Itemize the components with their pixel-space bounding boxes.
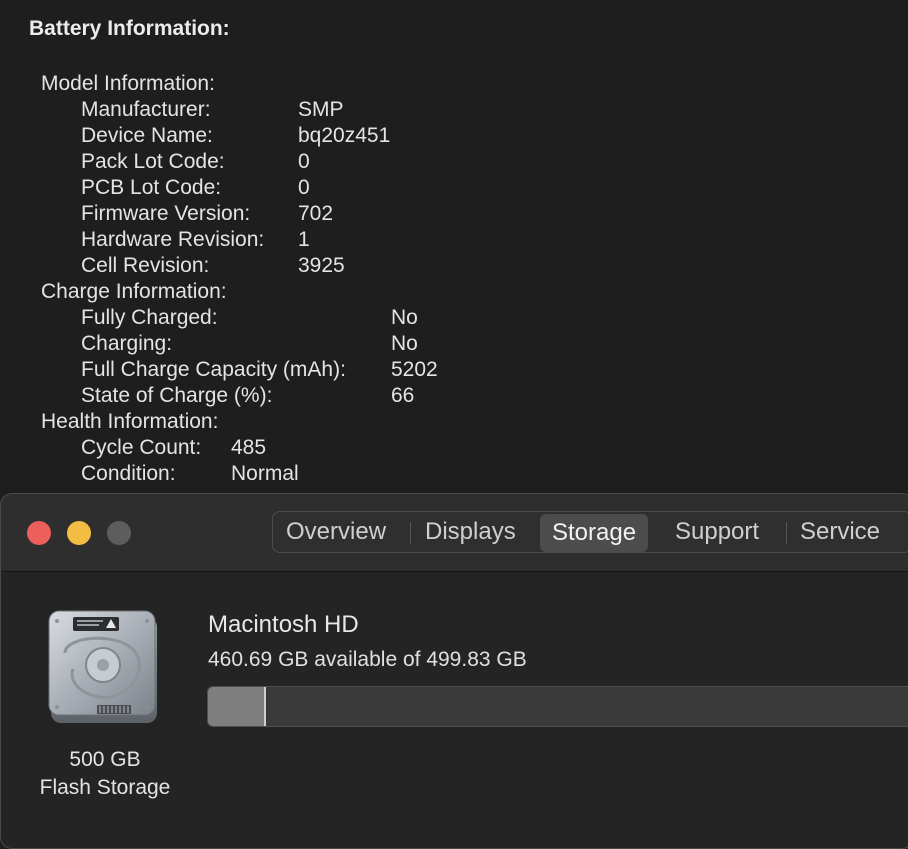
zoom-window-button [107, 521, 131, 545]
state-of-charge-value: 66 [391, 384, 415, 407]
charging-value: No [391, 332, 418, 355]
tab-divider [410, 522, 411, 544]
tab-storage[interactable]: Storage [540, 514, 649, 552]
hardware-revision-label: Hardware Revision: [81, 228, 265, 251]
firmware-version-label: Firmware Version: [81, 202, 251, 225]
tab-support[interactable]: Support [675, 512, 759, 552]
condition-label: Condition: [81, 462, 176, 485]
device-name-value: bq20z451 [298, 124, 391, 147]
model-information-title: Model Information: [41, 72, 215, 95]
tab-service[interactable]: Service [800, 512, 880, 552]
charging-label: Charging: [81, 332, 173, 355]
hardware-revision-value: 1 [298, 228, 310, 251]
tab-displays[interactable]: Displays [425, 512, 516, 552]
cycle-count-value: 485 [231, 436, 267, 459]
tab-bar: Overview Displays Storage Support Servic… [272, 511, 908, 553]
storage-used-segment[interactable] [208, 687, 266, 726]
manufacturer-value: SMP [298, 98, 344, 121]
firmware-version-value: 702 [298, 202, 334, 225]
disk-type: Flash Storage [39, 776, 171, 799]
volume-available-space: 460.69 GB available of 499.83 GB [208, 648, 527, 671]
pack-lot-code-value: 0 [298, 150, 310, 173]
pcb-lot-code-label: PCB Lot Code: [81, 176, 222, 199]
state-of-charge-label: State of Charge (%): [81, 384, 273, 407]
close-window-button[interactable] [27, 521, 51, 545]
manufacturer-label: Manufacturer: [81, 98, 211, 121]
full-charge-capacity-value: 5202 [391, 358, 438, 381]
minimize-window-button[interactable] [67, 521, 91, 545]
fully-charged-value: No [391, 306, 418, 329]
cell-revision-label: Cell Revision: [81, 254, 210, 277]
charge-information-title: Charge Information: [41, 280, 227, 303]
volume-name: Macintosh HD [208, 611, 359, 638]
tab-overview[interactable]: Overview [286, 512, 386, 552]
condition-value: Normal [231, 462, 299, 485]
pcb-lot-code-value: 0 [298, 176, 310, 199]
battery-information-panel: Battery Information: Model Information: … [0, 0, 908, 500]
pack-lot-code-label: Pack Lot Code: [81, 150, 225, 173]
storage-usage-bar[interactable] [207, 686, 908, 727]
about-this-mac-window: Overview Displays Storage Support Servic… [0, 493, 908, 849]
cycle-count-label: Cycle Count: [81, 436, 202, 459]
hard-drive-icon [48, 610, 157, 723]
cell-revision-value: 3925 [298, 254, 345, 277]
device-name-label: Device Name: [81, 124, 213, 147]
storage-pane: 500 GB Flash Storage Macintosh HD 460.69… [1, 572, 908, 848]
disk-capacity: 500 GB [69, 748, 141, 771]
fully-charged-label: Fully Charged: [81, 306, 218, 329]
tab-divider [786, 522, 787, 544]
health-information-title: Health Information: [41, 410, 219, 433]
window-titlebar[interactable]: Overview Displays Storage Support Servic… [1, 494, 908, 572]
full-charge-capacity-label: Full Charge Capacity (mAh): [81, 358, 346, 381]
battery-information-heading: Battery Information: [29, 17, 230, 40]
